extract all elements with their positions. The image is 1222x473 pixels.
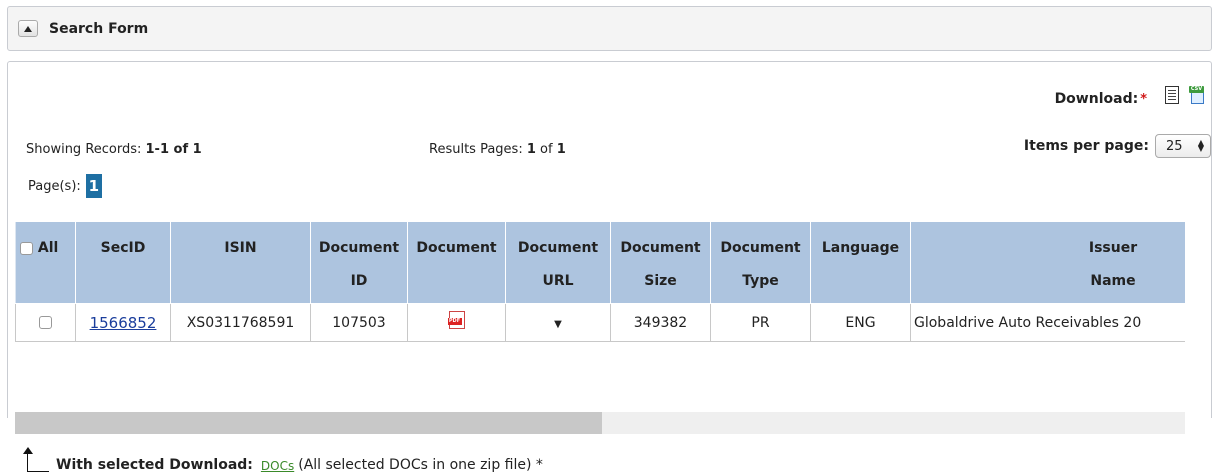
results-pages-current: 1 [526,142,536,157]
results-table: All SecID ISIN Document ID Document Docum… [15,221,1185,342]
header-document-url[interactable]: Document URL [505,221,611,304]
showing-records-prefix: Showing Records: [26,142,146,157]
header-issuer-name-line2: Name [1090,273,1136,289]
header-all-label: All [37,240,59,256]
results-table-wrap: All SecID ISIN Document ID Document Docum… [15,221,1185,437]
dropdown-arrow-icon[interactable]: ▼ [554,319,562,330]
with-selected-label: With selected Download: [56,457,253,473]
csv-download-icon[interactable]: CSV [1189,86,1205,104]
header-document-type-line2: Type [742,273,779,289]
required-mark: * [1140,91,1147,107]
table-row: 1566852 XS0311768591 107503 PDF ▼ 349382… [15,303,1185,342]
download-row: Download: * CSV [1054,86,1205,107]
document-id-cell: 107503 [310,303,408,342]
results-pages-sep: of [535,142,557,157]
row-checkbox[interactable] [39,316,52,329]
search-form-bar: Search Form [7,6,1212,51]
results-pages-total: 1 [556,142,566,157]
header-document-id-line2: ID [350,273,368,289]
showing-records-value: 1-1 of 1 [145,142,202,157]
document-cell: PDF [407,303,506,342]
header-document-type[interactable]: Document Type [710,221,811,304]
header-document-id[interactable]: Document ID [310,221,408,304]
header-document-size-line2: Size [644,273,677,289]
csv-tag-shape: CSV [1189,86,1204,93]
results-pages-prefix: Results Pages: [429,142,527,157]
bulk-actions: With selected Download: DOCs (All select… [22,447,543,473]
select-arrows-icon: ▲ ▼ [1197,138,1204,153]
header-select-all[interactable]: All [15,221,76,304]
header-document-url-line1: Document [517,240,599,256]
document-type-cell: PR [710,303,811,342]
items-per-page-label: Items per page: [1023,138,1149,154]
header-language-label: Language [821,240,900,256]
header-language[interactable]: Language [810,221,911,304]
header-issuer-name-line1: Issuer [1088,240,1138,256]
page-1-button[interactable]: 1 [85,174,102,198]
collapse-toggle-button[interactable] [18,20,38,37]
items-per-page: Items per page: 25 ▲ ▼ [1024,134,1211,158]
horizontal-scrollbar[interactable] [15,412,1185,434]
isin-cell: XS0311768591 [170,303,311,342]
document-download-icon[interactable] [1165,86,1179,104]
showing-records: Showing Records: 1-1 of 1 [26,142,202,157]
header-document[interactable]: Document [407,221,506,304]
search-form-label[interactable]: Search Form [49,21,148,37]
results-panel: Download: * CSV Showing Records: 1-1 of … [7,61,1212,473]
document-url-cell: ▼ [505,303,611,342]
select-all-checkbox[interactable] [20,241,33,255]
header-secid-label: SecID [100,240,146,256]
header-document-url-line2: URL [542,273,574,289]
row-select-cell [15,303,76,342]
header-document-label: Document [416,240,497,256]
secid-cell: 1566852 [75,303,171,342]
docs-download-link[interactable]: DOCs [261,459,294,473]
header-secid[interactable]: SecID [75,221,171,304]
header-isin[interactable]: ISIN [170,221,311,304]
corner-up-arrow-icon [22,447,50,473]
pdf-icon[interactable]: PDF [447,310,465,329]
caret-up-icon [24,25,32,32]
pagination: Page(s): 1 [28,174,102,198]
issuer-name-cell: Globaldrive Auto Receivables 20 [910,303,1185,342]
results-pages: Results Pages: 1 of 1 [429,142,566,157]
header-isin-label: ISIN [224,240,257,256]
header-document-size-line1: Document [620,240,701,256]
items-per-page-value: 25 [1166,138,1183,154]
header-issuer-name[interactable]: Issuer Name [910,221,1185,304]
header-document-type-line1: Document [720,240,801,256]
items-per-page-select[interactable]: 25 ▲ ▼ [1155,134,1211,158]
header-document-id-line1: Document [318,240,400,256]
zip-note: (All selected DOCs in one zip file) * [298,457,543,473]
header-document-size[interactable]: Document Size [610,221,711,304]
pages-label: Page(s): [28,178,81,194]
secid-link[interactable]: 1566852 [90,314,157,332]
scrollbar-thumb[interactable] [15,412,602,434]
language-cell: ENG [810,303,911,342]
download-label: Download: [1054,91,1139,107]
table-header-row: All SecID ISIN Document ID Document Docum… [15,221,1185,304]
document-size-cell: 349382 [610,303,711,342]
